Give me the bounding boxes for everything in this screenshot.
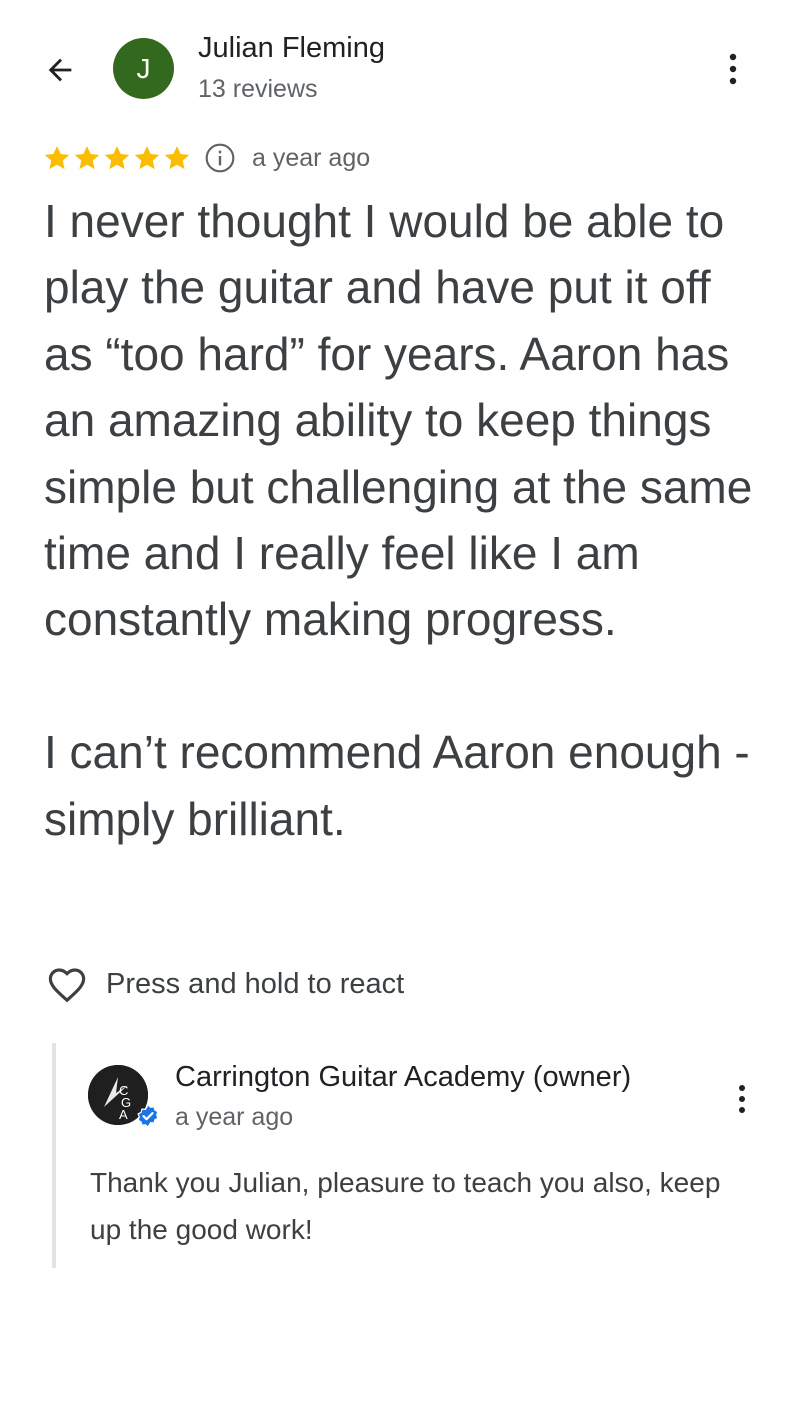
star-icon xyxy=(44,146,70,170)
star-icon xyxy=(164,146,190,170)
verified-check-icon xyxy=(137,1104,159,1128)
star-icon xyxy=(134,146,160,170)
star-icon xyxy=(104,146,130,170)
arrow-back-icon xyxy=(48,58,72,82)
react-label: Press and hold to react xyxy=(106,967,405,1000)
heart-outline-icon xyxy=(48,968,86,1003)
reviewer-avatar[interactable]: J xyxy=(113,38,174,99)
info-icon[interactable] xyxy=(204,142,236,174)
reviewer-name[interactable]: Julian Fleming xyxy=(198,32,385,65)
reply-time: a year ago xyxy=(175,1103,294,1131)
more-options-button[interactable] xyxy=(712,48,754,90)
reply-text: Thank you Julian, pleasure to teach you … xyxy=(90,1167,721,1245)
star-rating xyxy=(42,143,192,173)
review-time: a year ago xyxy=(252,143,371,172)
react-button[interactable]: Press and hold to react xyxy=(46,960,404,1008)
reviewer-initial: J xyxy=(136,52,151,84)
more-vert-icon xyxy=(739,1085,745,1113)
review-header: J Julian Fleming 13 reviews xyxy=(0,0,800,130)
svg-text:A: A xyxy=(119,1107,128,1122)
reply-more-options-button[interactable] xyxy=(722,1079,762,1119)
back-button[interactable] xyxy=(36,46,84,94)
review-text: I never thought I would be able to play … xyxy=(44,195,753,845)
owner-reply: C G A Carrington Guitar Academy (owner) … xyxy=(52,1043,776,1268)
reviewer-review-count: 13 reviews xyxy=(198,75,318,103)
owner-name[interactable]: Carrington Guitar Academy (owner) xyxy=(175,1061,631,1094)
more-vert-icon xyxy=(729,53,737,85)
star-icon xyxy=(74,146,100,170)
review-meta: a year ago xyxy=(42,138,370,178)
